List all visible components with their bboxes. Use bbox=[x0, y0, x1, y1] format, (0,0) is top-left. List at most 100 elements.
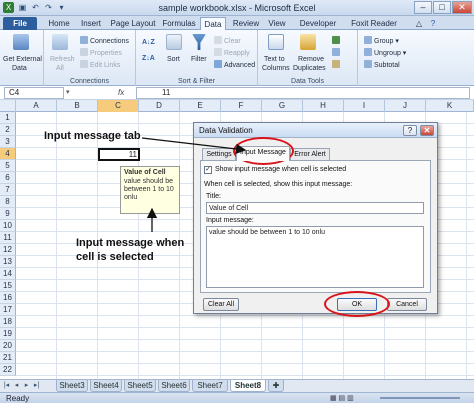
tab-foxit-reader-pdf[interactable]: Foxit Reader PDF bbox=[342, 17, 406, 41]
group-button[interactable]: Group ▾ bbox=[364, 36, 399, 46]
column-header[interactable]: F bbox=[221, 100, 262, 112]
tab-file[interactable]: File bbox=[3, 17, 37, 30]
ungroup-button[interactable]: Ungroup ▾ bbox=[364, 48, 406, 58]
row-header[interactable]: 22 bbox=[0, 364, 16, 376]
row-header[interactable]: 20 bbox=[0, 340, 16, 352]
row-header[interactable]: 6 bbox=[0, 172, 16, 184]
insert-function-icon[interactable]: fx bbox=[118, 87, 132, 99]
zoom-slider[interactable] bbox=[380, 397, 460, 399]
first-sheet-icon[interactable]: |◂ bbox=[2, 381, 11, 391]
dialog-close-button[interactable]: ✕ bbox=[420, 125, 434, 136]
column-header[interactable]: B bbox=[57, 100, 98, 112]
view-buttons-icon[interactable]: ▦ ▤ ▥ bbox=[330, 394, 354, 402]
row-header[interactable]: 9 bbox=[0, 208, 16, 220]
close-window-button[interactable]: ✕ bbox=[452, 1, 472, 14]
column-header[interactable]: J bbox=[385, 100, 426, 112]
column-header[interactable]: A bbox=[16, 100, 57, 112]
row-header[interactable]: 10 bbox=[0, 220, 16, 232]
formula-input[interactable]: 11 bbox=[136, 87, 470, 99]
cancel-button[interactable]: Cancel bbox=[387, 298, 427, 311]
row-header[interactable]: 11 bbox=[0, 232, 16, 244]
row-header[interactable]: 2 bbox=[0, 124, 16, 136]
clear-button[interactable]: Clear bbox=[214, 36, 241, 46]
row-header[interactable]: 19 bbox=[0, 328, 16, 340]
tab-developer[interactable]: Developer bbox=[296, 17, 340, 30]
tab-settings[interactable]: Settings bbox=[202, 148, 236, 160]
maximize-button[interactable]: □ bbox=[433, 1, 451, 14]
row-header[interactable]: 4 bbox=[0, 148, 16, 160]
column-header[interactable]: K bbox=[426, 100, 474, 112]
tab-formulas[interactable]: Formulas bbox=[160, 17, 198, 30]
title-input[interactable]: Value of Cell bbox=[206, 202, 424, 214]
tab-error-alert[interactable]: Error Alert bbox=[290, 148, 330, 160]
column-header[interactable]: H bbox=[303, 100, 344, 112]
prev-sheet-icon[interactable]: ◂ bbox=[12, 381, 21, 391]
row-header[interactable]: 21 bbox=[0, 352, 16, 364]
column-header[interactable]: G bbox=[262, 100, 303, 112]
data-validation-icon[interactable] bbox=[332, 36, 342, 46]
what-if-analysis-icon[interactable] bbox=[332, 60, 342, 70]
column-header[interactable]: C bbox=[98, 100, 139, 112]
advanced-button[interactable]: Advanced bbox=[214, 60, 255, 70]
sheet-tab-active[interactable]: Sheet8 bbox=[230, 380, 266, 392]
sheet-tab[interactable]: Sheet3 bbox=[56, 380, 88, 392]
tab-input-message[interactable]: Input Message bbox=[236, 146, 290, 161]
sort-az-icon[interactable]: A↓Z bbox=[142, 38, 155, 47]
column-header[interactable]: E bbox=[180, 100, 221, 112]
dialog-help-button[interactable]: ? bbox=[403, 125, 417, 136]
tab-data[interactable]: Data bbox=[200, 17, 226, 30]
row-header[interactable]: 8 bbox=[0, 196, 16, 208]
help-icon[interactable]: ? bbox=[428, 17, 438, 30]
sheet-tab[interactable]: Sheet5 bbox=[124, 380, 156, 392]
reapply-button[interactable]: Reapply bbox=[214, 48, 250, 58]
row-header[interactable]: 12 bbox=[0, 244, 16, 256]
remove-duplicates-button[interactable]: Remove bbox=[298, 55, 324, 64]
last-sheet-icon[interactable]: ▸| bbox=[32, 381, 41, 391]
ribbon-collapse-icon[interactable]: △ bbox=[414, 17, 424, 30]
row-header[interactable]: 5 bbox=[0, 160, 16, 172]
tab-view[interactable]: View bbox=[264, 17, 290, 30]
row-header[interactable]: 17 bbox=[0, 304, 16, 316]
name-box[interactable]: C4 bbox=[4, 87, 64, 99]
data-tools-group-label: Data Tools bbox=[291, 78, 324, 85]
column-header[interactable]: I bbox=[344, 100, 385, 112]
insert-sheet-icon[interactable]: ✚ bbox=[268, 380, 284, 392]
tab-insert[interactable]: Insert bbox=[76, 17, 106, 30]
select-all-corner[interactable] bbox=[0, 100, 16, 112]
tab-home[interactable]: Home bbox=[44, 17, 74, 30]
next-sheet-icon[interactable]: ▸ bbox=[22, 381, 31, 391]
filter-button[interactable]: Filter bbox=[191, 55, 207, 64]
properties-button[interactable]: Properties bbox=[80, 48, 122, 58]
row-header[interactable]: 16 bbox=[0, 292, 16, 304]
row-header[interactable]: 14 bbox=[0, 268, 16, 280]
sheet-tab[interactable]: Sheet7 bbox=[192, 380, 228, 392]
remove-duplicates-icon bbox=[300, 34, 316, 50]
show-input-message-label: Show input message when cell is selected bbox=[215, 166, 347, 173]
show-input-message-checkbox[interactable]: ✓ bbox=[204, 166, 212, 174]
column-header[interactable]: D bbox=[139, 100, 180, 112]
sort-za-icon[interactable]: Z↓A bbox=[142, 54, 155, 63]
text-to-columns-button[interactable]: Text to bbox=[264, 55, 285, 64]
tab-review[interactable]: Review bbox=[230, 17, 262, 30]
row-header[interactable]: 15 bbox=[0, 280, 16, 292]
row-header[interactable]: 18 bbox=[0, 316, 16, 328]
sheet-tab[interactable]: Sheet4 bbox=[90, 380, 122, 392]
edit-links-button[interactable]: Edit Links bbox=[80, 60, 120, 70]
row-header[interactable]: 13 bbox=[0, 256, 16, 268]
name-box-dropdown-icon[interactable]: ▾ bbox=[66, 88, 70, 96]
active-cell-c4[interactable]: 11 bbox=[98, 148, 140, 161]
clear-all-button[interactable]: Clear All bbox=[203, 298, 239, 311]
get-external-data-button[interactable]: Get External bbox=[3, 55, 42, 64]
minimize-button[interactable]: – bbox=[414, 1, 432, 14]
row-header[interactable]: 1 bbox=[0, 112, 16, 124]
consolidate-icon[interactable] bbox=[332, 48, 342, 58]
row-header[interactable]: 3 bbox=[0, 136, 16, 148]
refresh-all-button[interactable]: Refresh bbox=[50, 55, 75, 64]
sheet-tab[interactable]: Sheet6 bbox=[158, 380, 190, 392]
row-header[interactable]: 7 bbox=[0, 184, 16, 196]
subtotal-button[interactable]: Subtotal bbox=[364, 60, 400, 70]
connections-button[interactable]: Connections bbox=[80, 36, 129, 46]
tab-page-layout[interactable]: Page Layout bbox=[110, 17, 156, 30]
sort-button[interactable]: Sort bbox=[167, 55, 180, 64]
input-message-textarea[interactable]: value should be between 1 to 10 onlu bbox=[206, 226, 424, 288]
